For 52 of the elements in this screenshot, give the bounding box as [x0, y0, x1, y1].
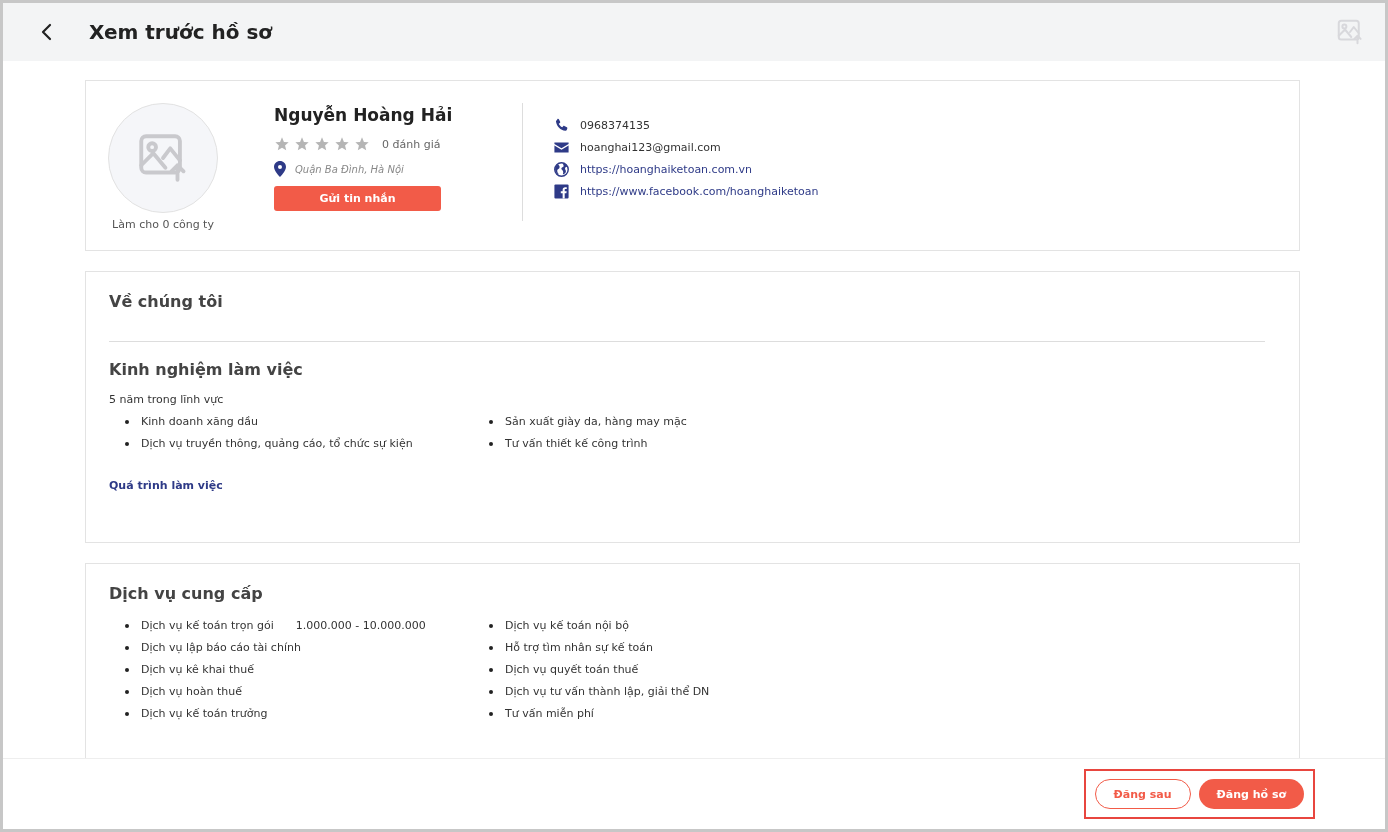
star-icon	[294, 136, 310, 152]
contact-text: hoanghai123@gmail.com	[580, 141, 721, 154]
bullet-icon	[125, 668, 129, 672]
star-icon	[334, 136, 350, 152]
service-item: Dịch vụ kê khai thuế	[141, 662, 254, 678]
profile-name: Nguyễn Hoàng Hải	[274, 104, 453, 127]
service-item: Hỗ trợ tìm nhân sự kế toán	[505, 640, 653, 656]
service-item: Dịch vụ quyết toán thuế	[505, 662, 639, 678]
globe-icon	[553, 161, 570, 178]
star-icon	[274, 136, 290, 152]
service-item: Dịch vụ hoàn thuế	[141, 684, 242, 700]
phone-icon	[553, 117, 570, 134]
location-text: Quận Ba Đình, Hà Nội	[295, 163, 404, 175]
bullet-icon	[125, 442, 129, 446]
field-item: Tư vấn thiết kế công trình	[505, 436, 648, 452]
section-title: Dịch vụ cung cấp	[109, 584, 264, 603]
bullet-icon	[489, 712, 493, 716]
service-item: Dịch vụ kế toán trưởng	[141, 706, 268, 722]
service-price: 1.000.000 - 10.000.000	[295, 618, 426, 634]
page-title: Xem trước hồ sơ	[89, 20, 274, 44]
experience-years: 5 năm trong lĩnh vực	[109, 393, 225, 406]
bullet-icon	[489, 442, 493, 446]
star-icon	[314, 136, 330, 152]
rating-count: 0 đánh giá	[382, 137, 441, 151]
section-title: Về chúng tôi	[109, 292, 224, 311]
star-icon	[354, 136, 370, 152]
facebook-icon	[553, 183, 570, 200]
field-item: Sản xuất giày da, hàng may mặc	[505, 414, 687, 430]
service-item: Dịch vụ tư vấn thành lập, giải thể DN	[505, 684, 710, 700]
bullet-icon	[489, 420, 493, 424]
service-item: Dịch vụ lập báo cáo tài chính	[141, 640, 301, 656]
bullet-icon	[489, 690, 493, 694]
location-pin-icon	[274, 161, 286, 177]
bullet-icon	[125, 712, 129, 716]
contact-link[interactable]: https://www.facebook.com/hoanghaiketoan	[580, 185, 819, 198]
bullet-icon	[489, 668, 493, 672]
bullet-icon	[125, 420, 129, 424]
field-item: Dịch vụ truyền thông, quảng cáo, tổ chức sự kiện	[141, 436, 413, 452]
field-item: Kinh doanh xăng dầu	[141, 414, 258, 430]
section-title: Kinh nghiệm làm việc	[109, 360, 304, 379]
contact-link[interactable]: https://hoanghaiketoan.com.vn	[580, 163, 753, 176]
service-item: Tư vấn miễn phí	[505, 706, 594, 722]
service-item: Dịch vụ kế toán nội bộ	[505, 618, 629, 634]
bullet-icon	[489, 624, 493, 628]
service-item: Dịch vụ kế toán trọn gói	[141, 618, 274, 634]
bullet-icon	[125, 690, 129, 694]
bullet-icon	[125, 646, 129, 650]
companies-count: Làm cho 0 công ty	[112, 218, 214, 231]
bullet-icon	[489, 646, 493, 650]
contact-text: 0968374135	[580, 119, 650, 132]
bullet-icon	[125, 624, 129, 628]
work-history-link[interactable]: Quá trình làm việc	[109, 479, 223, 492]
